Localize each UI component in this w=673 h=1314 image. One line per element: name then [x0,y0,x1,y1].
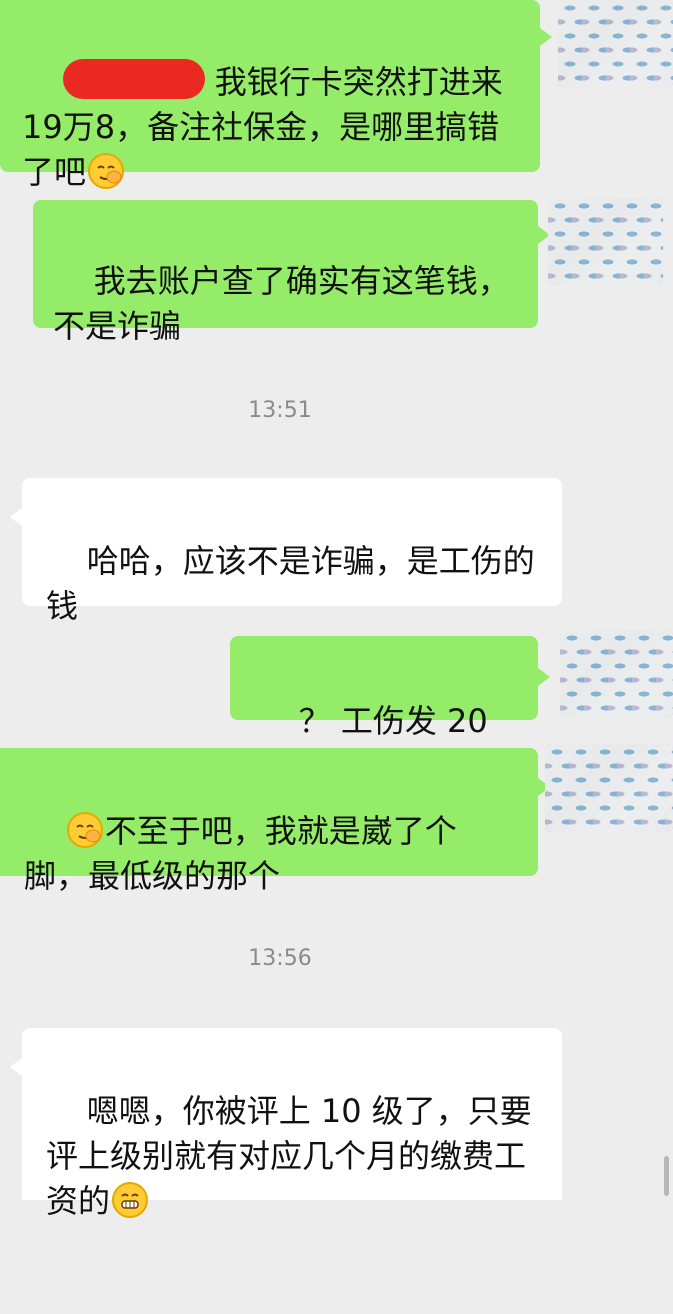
message-bubble-outgoing[interactable]: 我去账户查了确实有这笔钱，不是诈骗 [33,200,550,345]
grin-emoji [112,1182,149,1218]
message-bubble-incoming[interactable]: 嗯嗯，你被评上 10 级了，只要评上级别就有对应几个月的缴费工资的 [10,1028,562,1220]
my-avatar[interactable] [548,198,663,286]
timestamp: 13:56 [248,946,312,971]
message-text: 我去账户查了确实有这笔钱，不是诈骗 [53,262,510,345]
facepalm-emoji [88,153,125,189]
my-avatar[interactable] [558,0,673,88]
message-bubble-outgoing[interactable]: 我银行卡突然打进来19万8，备注社保金，是哪里搞错了吧 [0,0,552,191]
facepalm-emoji [66,812,103,848]
avatar-mosaic [560,630,673,718]
scrollbar[interactable] [664,1156,669,1196]
avatar-mosaic [548,198,663,286]
message-bubble-incoming[interactable]: 哈哈，应该不是诈骗，是工伤的钱 [10,478,562,625]
my-avatar[interactable] [560,630,673,718]
timestamp: 13:51 [248,398,312,423]
message-text: 哈哈，应该不是诈骗，是工伤的钱 [46,542,535,625]
message-bubble-outgoing[interactable]: ？ 工伤发 20 万？ [230,636,550,785]
my-avatar[interactable] [545,744,673,832]
chat-view: 我银行卡突然打进来19万8，备注社保金，是哪里搞错了吧 我去账户查了确实有这笔钱… [0,0,673,1220]
redacted-name [62,59,205,99]
avatar-mosaic [545,744,673,832]
message-bubble-outgoing[interactable]: 不至于吧，我就是崴了个脚，最低级的那个 [0,748,550,895]
avatar-mosaic [558,0,673,88]
